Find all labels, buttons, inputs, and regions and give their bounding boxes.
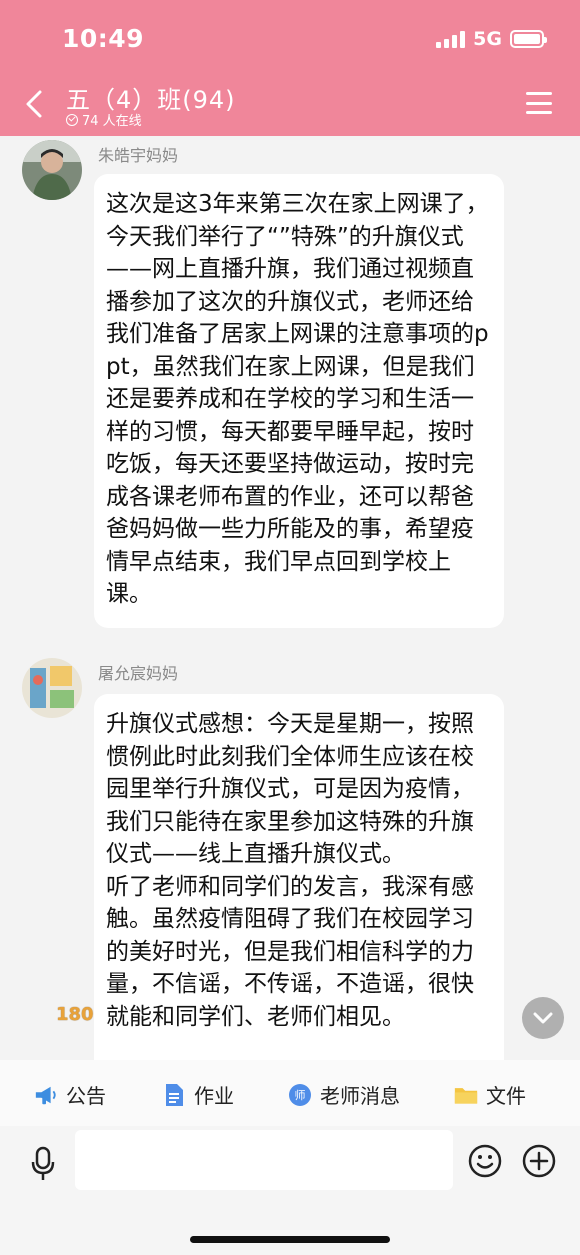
status-indicators: 5G: [436, 28, 547, 50]
homework-label: 作业: [194, 1084, 234, 1108]
online-count: 74 人在线: [66, 110, 142, 129]
battery-icon: [510, 30, 547, 48]
folder-icon: [454, 1083, 478, 1107]
signal-icon: [436, 30, 466, 48]
sender-name: 朱皓宇妈妈: [98, 146, 179, 165]
sender-name: 屠允宸妈妈: [98, 664, 179, 683]
teacher-message-label: 老师消息: [320, 1084, 400, 1108]
announcement-label: 公告: [66, 1084, 106, 1108]
avatar[interactable]: [22, 658, 82, 718]
teacher-message-button[interactable]: 师 老师消息: [288, 1080, 400, 1109]
quick-toolbar: 公告 作业 师 老师消息 文件: [0, 1060, 580, 1126]
scroll-down-button[interactable]: [522, 997, 564, 1039]
document-icon: [162, 1083, 186, 1107]
chat-area[interactable]: 朱皓宇妈妈 这次是这3年来第三次在家上网课了，今天我们举行了“”特殊”的升旗仪式…: [0, 136, 580, 1060]
check-circle-icon: [66, 113, 78, 126]
emoji-icon[interactable]: [468, 1144, 502, 1178]
message-bubble[interactable]: 这次是这3年来第三次在家上网课了，今天我们举行了“”特殊”的升旗仪式——网上直播…: [94, 174, 504, 628]
floating-counter: 180: [56, 1004, 94, 1025]
announcement-button[interactable]: 公告: [34, 1080, 106, 1109]
teacher-icon: 师: [288, 1083, 312, 1107]
network-type: 5G: [473, 28, 502, 50]
teacher-badge-text: 师: [295, 1089, 306, 1102]
files-label: 文件: [486, 1084, 526, 1108]
status-time: 10:49: [62, 24, 145, 53]
microphone-icon[interactable]: [30, 1146, 56, 1182]
message-input[interactable]: [75, 1130, 453, 1190]
homework-button[interactable]: 作业: [162, 1080, 234, 1109]
chevron-down-icon: [533, 1012, 553, 1024]
files-button[interactable]: 文件: [454, 1080, 526, 1109]
back-button[interactable]: [18, 84, 50, 124]
online-count-text: 74 人在线: [82, 114, 142, 129]
message-bubble[interactable]: 升旗仪式感想：今天是星期一，按照惯例此时此刻我们全体师生应该在校园里举行升旗仪式…: [94, 694, 504, 1060]
home-indicator: [190, 1236, 390, 1243]
back-arrow-icon: [26, 90, 42, 118]
plus-circle-icon[interactable]: [522, 1144, 556, 1178]
avatar[interactable]: [22, 140, 82, 200]
chat-header: 10:49 5G 五（4）班(94) 74 人在线: [0, 0, 580, 136]
menu-button[interactable]: [526, 92, 552, 114]
megaphone-icon: [34, 1083, 58, 1107]
